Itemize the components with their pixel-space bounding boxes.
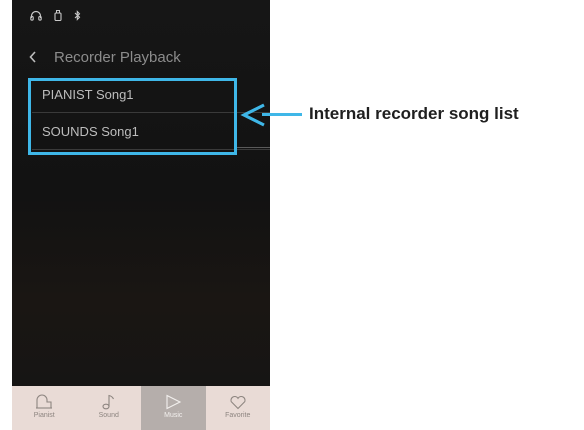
nav-tab-favorite[interactable]: Favorite <box>206 386 271 430</box>
status-bar <box>30 10 81 21</box>
callout-label: Internal recorder song list <box>309 104 519 123</box>
play-icon <box>166 394 182 410</box>
nav-label: Favorite <box>225 412 251 419</box>
callout-line <box>262 113 302 116</box>
nav-label: Pianist <box>33 412 55 419</box>
music-note-icon <box>102 394 114 410</box>
back-button[interactable] <box>12 40 54 74</box>
page-title: Recorder Playback <box>54 48 181 66</box>
bluetooth-icon <box>74 10 81 21</box>
device-screen: Recorder Playback PIANIST Song1 SOUNDS S… <box>12 0 270 430</box>
bottom-nav: Pianist Sound Music Favorite <box>12 386 270 430</box>
piano-icon <box>36 394 53 409</box>
nav-label: Sound <box>98 412 119 419</box>
song-list-highlight <box>28 78 237 155</box>
row-divider <box>237 147 270 148</box>
nav-tab-pianist[interactable]: Pianist <box>12 386 77 430</box>
usb-icon <box>54 10 62 21</box>
heart-icon <box>230 396 246 410</box>
header: Recorder Playback <box>12 40 270 74</box>
nav-tab-sound[interactable]: Sound <box>77 386 142 430</box>
arrow-left-icon <box>240 103 265 127</box>
chevron-left-icon <box>29 51 36 63</box>
nav-tab-music[interactable]: Music <box>141 386 206 430</box>
headphones-icon <box>30 10 42 21</box>
nav-label: Music <box>164 412 183 419</box>
